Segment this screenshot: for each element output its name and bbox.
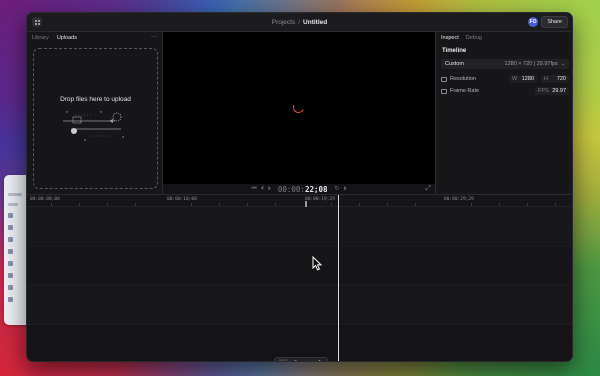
inspector-tabs: Inspect Debug: [436, 32, 572, 44]
timeline-track[interactable]: [27, 247, 572, 285]
width-value: 1280: [521, 76, 534, 82]
tab-inspect[interactable]: Inspect: [441, 35, 459, 41]
timecode: 00:00:22;08: [278, 185, 328, 194]
preset-value: 1280 × 720 | 29.97fps: [504, 61, 558, 67]
step-forward-icon[interactable]: ⏵: [344, 184, 347, 194]
project-title[interactable]: Untitled: [303, 19, 327, 26]
ruler-label: 00:00:00;00: [30, 197, 60, 202]
ruler-tick: [107, 203, 108, 206]
ruler-tick: [247, 203, 248, 206]
background-window-icon: [8, 249, 13, 254]
width-field[interactable]: W 1280: [509, 75, 537, 83]
background-window-line: [8, 193, 22, 196]
fps-value: 29.97: [552, 88, 566, 94]
height-key: H: [544, 76, 548, 82]
ruler-tick: [219, 203, 220, 206]
fullscreen-icon[interactable]: ⤢: [425, 185, 431, 193]
resolution-label: Resolution: [450, 76, 476, 82]
more-options-icon[interactable]: ···: [151, 34, 157, 40]
tab-uploads[interactable]: Uploads: [57, 35, 77, 41]
avatar[interactable]: FO: [528, 17, 538, 27]
width-key: W: [512, 76, 518, 82]
background-window-icon: [8, 273, 13, 278]
playhead[interactable]: [338, 195, 339, 361]
height-field[interactable]: H 720: [541, 75, 569, 83]
ruler-label: 00:00:29;29: [444, 197, 474, 202]
background-window-icon: [8, 225, 13, 230]
editor-window: Projects / Untitled FO Share Library Uploa…: [26, 12, 573, 362]
background-window-icon: [8, 297, 13, 302]
breadcrumb-separator: /: [298, 18, 301, 26]
fps-key: FPS: [538, 88, 549, 94]
preset-name: Custom: [445, 61, 464, 67]
frame-rate-icon: [441, 88, 447, 94]
background-window-line: [8, 203, 18, 206]
ruler-tick: [387, 203, 388, 206]
timeline-ruler[interactable]: 00:00:00;00 00:00:10;00 00:00:19;29 00:0…: [27, 195, 572, 207]
ruler-tick: [359, 203, 360, 206]
playback-controls: ⏮ ⏴ ⏵ 00:00:22;08 ↻ ⏵ ⤢: [163, 184, 435, 194]
select-pointer-icon[interactable]: [278, 358, 288, 361]
breadcrumb: Projects / Untitled: [272, 19, 328, 26]
background-window-icon: [8, 285, 13, 290]
ruler-tick: [135, 203, 136, 206]
timeline-track[interactable]: [27, 207, 572, 247]
timecode-dim: 00:00:: [277, 184, 305, 194]
breadcrumb-projects[interactable]: Projects: [272, 19, 295, 26]
ruler-tick: [415, 203, 416, 206]
background-window-icon: [8, 213, 13, 218]
loading-spinner: [291, 100, 306, 115]
media-panel: Library Uploads ··· Drop files here to u…: [27, 32, 163, 194]
ruler-tick: [527, 203, 528, 206]
timeline-toolbar: [274, 357, 328, 362]
resolution-icon: [441, 76, 447, 82]
skip-back-icon[interactable]: ⏮: [251, 184, 256, 194]
loop-icon[interactable]: ↻: [335, 184, 340, 194]
frame-rate-label: Frame Rate: [450, 88, 480, 94]
magnet-icon[interactable]: [314, 359, 324, 361]
height-value: 720: [556, 76, 566, 82]
timecode-current: 22;08: [304, 184, 328, 194]
app-logo-icon[interactable]: [32, 17, 42, 27]
ruler-tick: [499, 203, 500, 206]
ruler-tick: [331, 203, 332, 206]
play-icon[interactable]: ⏵: [268, 184, 271, 194]
ruler-tick: [191, 203, 192, 206]
ruler-tick: [471, 203, 472, 206]
mouse-cursor-icon: [312, 256, 323, 271]
ruler-tick: [555, 203, 556, 206]
ruler-label: 00:00:10;00: [167, 197, 197, 202]
step-back-icon[interactable]: ⏴: [261, 184, 264, 194]
background-window-icon: [8, 237, 13, 242]
dropzone-text: Drop files here to upload: [60, 96, 131, 103]
section-title: Timeline: [442, 48, 467, 54]
timeline-track[interactable]: [27, 285, 572, 325]
upload-dropzone[interactable]: Drop files here to upload: [33, 48, 158, 189]
ruler-tick: [51, 203, 52, 206]
tab-library[interactable]: Library: [32, 35, 49, 41]
fps-field[interactable]: FPS 29.97: [535, 87, 569, 95]
upload-illustration-icon: [62, 111, 124, 141]
media-tabs: Library Uploads: [27, 32, 162, 44]
inspector-panel: Inspect Debug Timeline Custom 1280 × 720…: [435, 32, 572, 194]
background-window-icon: [8, 261, 13, 266]
timeline[interactable]: 00:00:00;00 00:00:10;00 00:00:19;29 00:0…: [27, 194, 572, 362]
ruler-tick: [275, 203, 276, 206]
tab-debug[interactable]: Debug: [466, 35, 482, 41]
hand-icon[interactable]: [302, 359, 312, 362]
video-preview[interactable]: [163, 32, 435, 184]
ruler-label: 00:00:19;29: [305, 197, 335, 202]
ruler-tick: [79, 203, 80, 206]
preset-select[interactable]: Custom 1280 × 720 | 29.97fps ⌄: [441, 59, 569, 69]
chevron-down-icon: ⌄: [560, 61, 565, 67]
share-button[interactable]: Share: [541, 16, 568, 28]
titlebar: Projects / Untitled FO Share: [27, 13, 572, 32]
blade-icon[interactable]: [290, 359, 300, 361]
